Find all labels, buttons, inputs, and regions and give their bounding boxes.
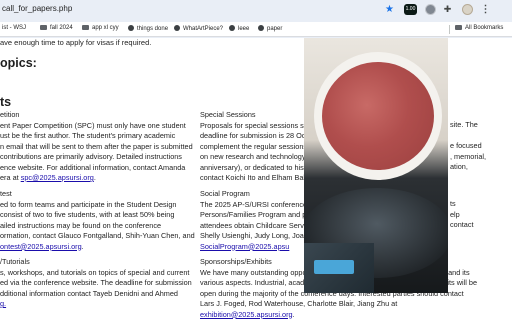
- section-text: Lars J. Foged, Rod Waterhouse, Charlotte…: [200, 299, 398, 308]
- section-text: SocialProgram@2025.apsu: [200, 242, 304, 253]
- text-fragment: elp: [450, 210, 460, 219]
- contest-email-link[interactable]: ontest@2025.apsursi.org: [0, 242, 82, 251]
- tutorials-email-link[interactable]: g.: [0, 299, 6, 308]
- social-email-link[interactable]: SocialProgram@2025.apsu: [200, 242, 289, 251]
- topics-heading: opics:: [0, 56, 37, 70]
- section-social-program: Social Program The 2025 AP-S/URSI confer…: [200, 189, 310, 253]
- site-icon: [229, 25, 235, 31]
- bookmarks-divider: [449, 25, 450, 34]
- extension-badge-icon[interactable]: 1.00: [404, 4, 417, 15]
- bookmark-folder-app[interactable]: app xl cyy: [82, 25, 119, 31]
- intro-text: ave enough time to apply for visas if re…: [0, 38, 152, 47]
- section-special-sessions: Special Sessions Proposals for special s…: [200, 110, 310, 184]
- punctuation: .: [81, 241, 84, 251]
- section-title: Social Program: [200, 189, 250, 198]
- punctuation: .: [292, 309, 295, 319]
- bookmark-whatartpiece[interactable]: WhatArtPiece?: [174, 25, 223, 32]
- section-title: Special Sessions: [200, 110, 256, 119]
- text-fragment: , memorial,: [450, 152, 487, 161]
- bookmarks-bar: ist - WSJ fall 2024 app xl cyy things do…: [0, 22, 512, 37]
- section-text: Persons/Families Program and p: [200, 210, 307, 219]
- bookmark-paper[interactable]: paper: [258, 25, 282, 32]
- folder-icon: [40, 25, 47, 30]
- bookmark-item[interactable]: ist - WSJ: [2, 25, 26, 31]
- address-bar[interactable]: call_for_papers.php: [0, 2, 374, 18]
- exhibition-email-link[interactable]: exhibition@2025.apsursi.org: [200, 310, 293, 319]
- section-text: attendees obtain Childcare Servic: [200, 220, 310, 230]
- video-overlay[interactable]: [304, 38, 448, 293]
- video-scale-display: [314, 260, 354, 274]
- bookmark-star-icon[interactable]: ★: [384, 4, 395, 15]
- bookmark-folder-fall-2024[interactable]: fall 2024: [40, 25, 73, 31]
- events-heading: ts: [0, 95, 12, 109]
- spc-email-link[interactable]: spc@2025.apsursi.org: [21, 173, 94, 182]
- extensions-puzzle-icon[interactable]: ✚: [442, 4, 453, 15]
- section-text: The 2025 AP-S/URSI conference: [200, 199, 308, 209]
- text-fragment: contact: [450, 220, 474, 229]
- text-fragment: site. The: [450, 120, 478, 129]
- page-content: ave enough time to apply for visas if re…: [0, 38, 512, 320]
- section-text-fragment: era at: [0, 173, 21, 182]
- bookmark-leee[interactable]: leee: [229, 25, 249, 32]
- bookmark-things-done[interactable]: things done: [128, 25, 168, 32]
- text-fragment: e focused: [450, 141, 482, 150]
- section-text: on new research and technology: [200, 152, 306, 161]
- section-text: anniversary), or dedicated to hist: [200, 162, 306, 172]
- section-text: Shelly Usienghi, Judy Long, Joan: [200, 231, 308, 240]
- profile-avatar-icon[interactable]: [462, 4, 473, 15]
- all-bookmarks-button[interactable]: All Bookmarks: [455, 25, 503, 31]
- section-text: deadline for submission is 28 Oc: [200, 131, 306, 140]
- toolbar-actions: ★ 1.00 ✚ ⋮: [374, 1, 512, 19]
- site-icon: [174, 25, 180, 31]
- section-text: exhibition@2025.apsursi.org.: [200, 310, 512, 320]
- text-fragment: ts: [450, 199, 456, 208]
- section-text: Proposals for special sessions s: [200, 120, 304, 130]
- section-text: contact Koichi Ito and Elham Bala: [200, 173, 310, 182]
- site-icon: [128, 25, 134, 31]
- url-text[interactable]: call_for_papers.php: [2, 4, 72, 13]
- browser-chrome: call_for_papers.php ★ 1.00 ✚ ⋮ ist - WSJ…: [0, 0, 512, 38]
- menu-kebab-icon[interactable]: ⋮: [480, 4, 491, 15]
- folder-icon: [82, 25, 89, 30]
- section-text: complement the regular sessions: [200, 141, 308, 151]
- site-icon: [258, 25, 264, 31]
- punctuation: .: [93, 173, 96, 182]
- video-food-shape: [322, 62, 434, 170]
- folder-icon: [455, 25, 462, 30]
- extension-icon[interactable]: [425, 4, 436, 15]
- text-fragment: ation,: [450, 162, 468, 171]
